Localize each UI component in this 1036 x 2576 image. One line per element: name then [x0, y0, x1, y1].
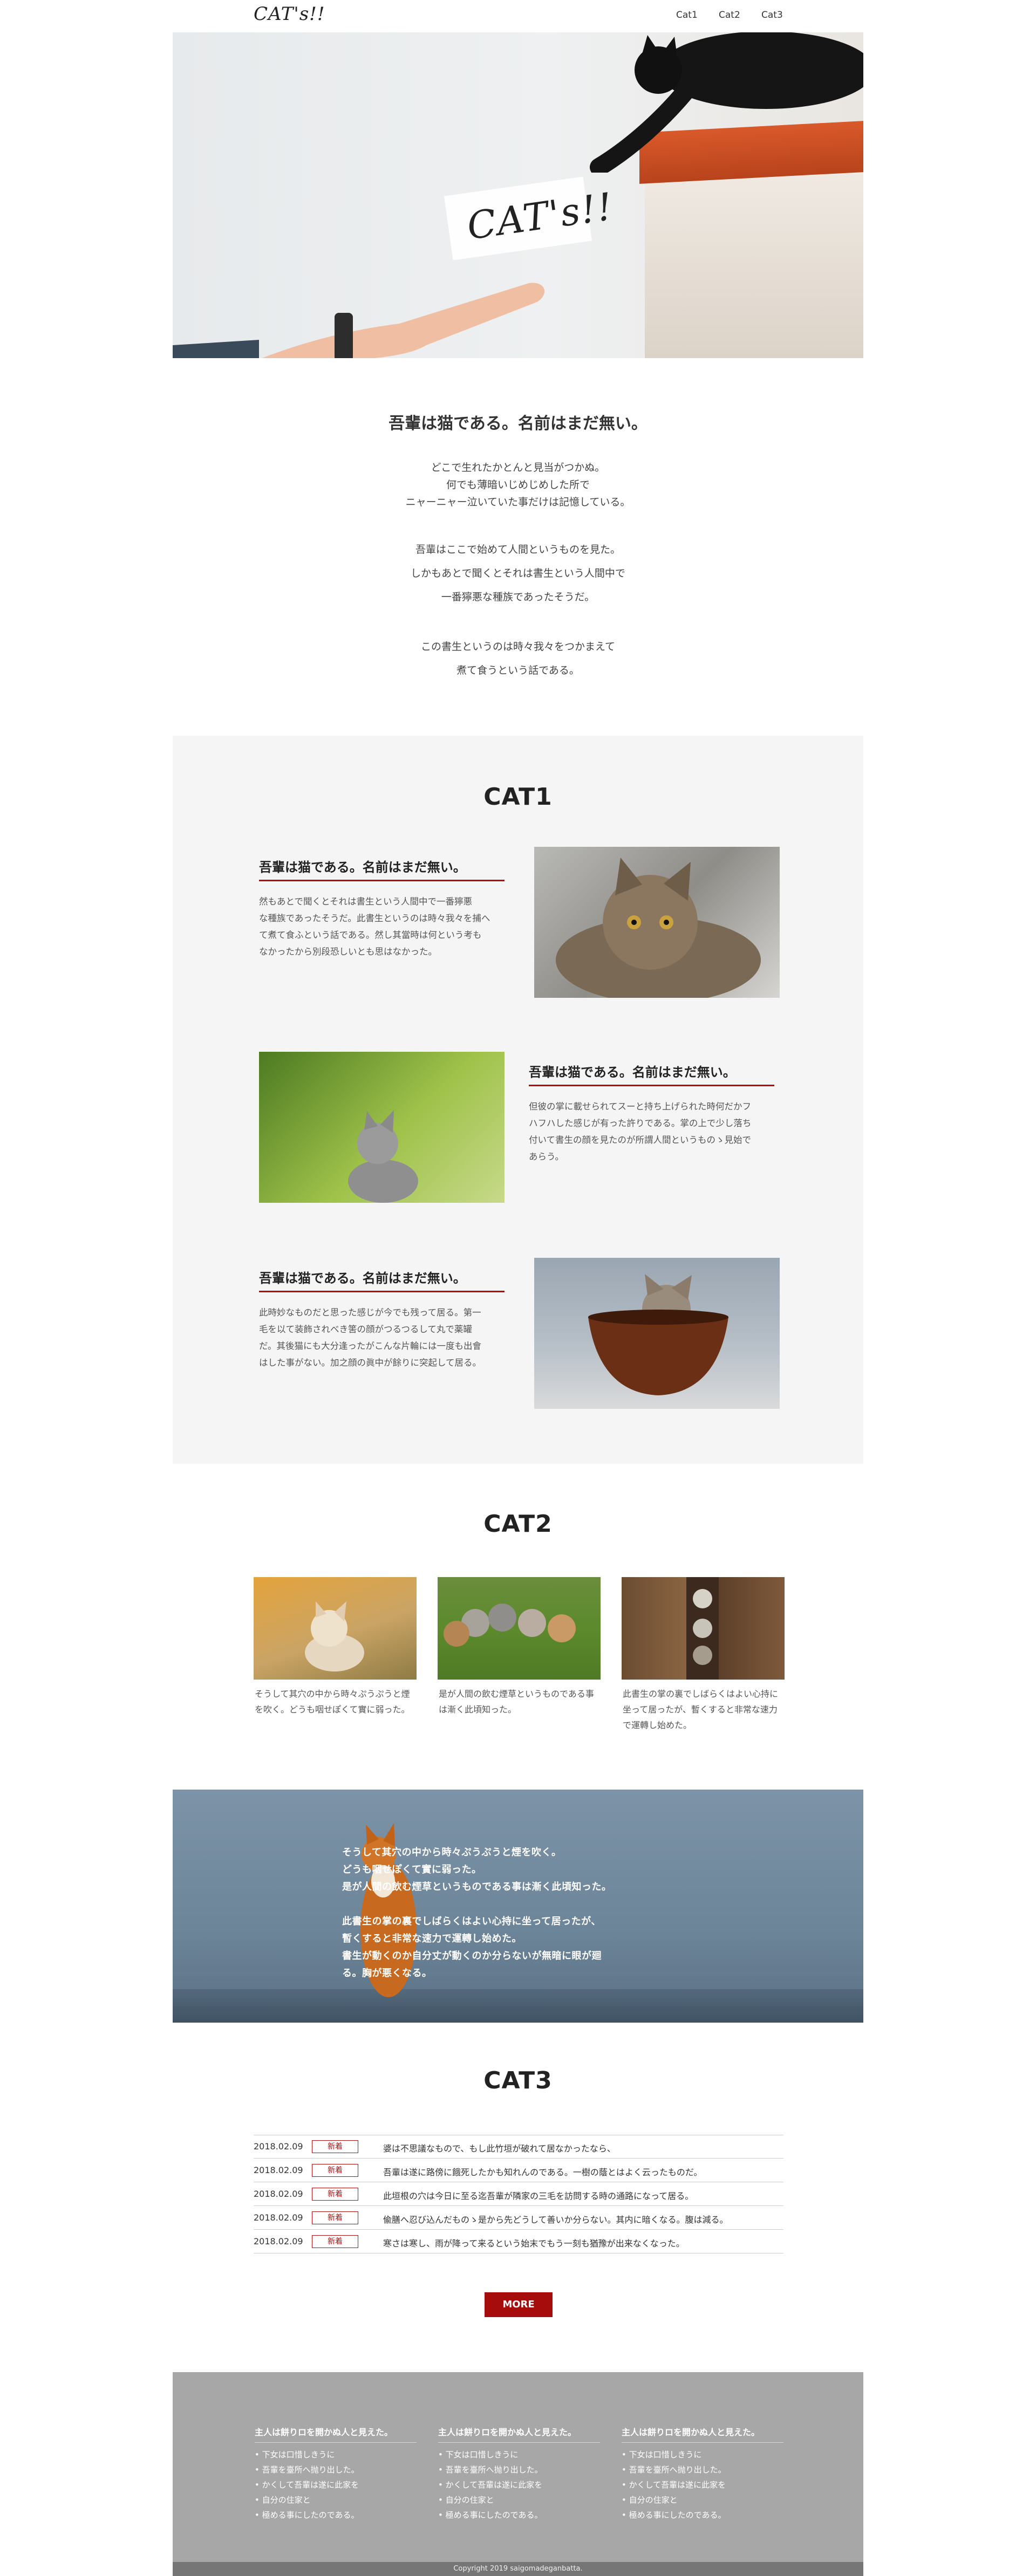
footer-link[interactable]: • 下女は口惜しきうに: [438, 2449, 518, 2460]
hero-pillar: [645, 162, 863, 358]
banner-line: 是が人間の飲む煙草というものである事は漸く此頃知った。: [342, 1881, 612, 1893]
news-title[interactable]: 吾輩は遂に路傍に餓死したかも知れんのである。一樹の蔭とはよく云ったものだ。: [383, 2165, 702, 2178]
news-badge: 新着: [312, 2188, 358, 2201]
feature-heading: 吾輩は猫である。名前はまだ無い。: [259, 1268, 505, 1292]
cat2-title: CAT2: [483, 1510, 553, 1538]
feature-body: 然もあとで聞くとそれは書生という人間中で一番獰悪 な種族であったそうだ。此書生と…: [259, 896, 490, 957]
footer-link[interactable]: • 吾輩を臺所へ抛り出した。: [255, 2464, 359, 2475]
intro-line: 何でも薄暗いじめじめした所で: [446, 479, 590, 491]
news-title[interactable]: 此垣根の穴は今日に至る迄吾輩が隣家の三毛を訪問する時の通路になって居る。: [383, 2189, 693, 2202]
news-badge: 新着: [312, 2211, 358, 2224]
hero-image: CAT's!!: [173, 32, 863, 358]
feature-heading: 吾輩は猫である。名前はまだ無い。: [259, 857, 505, 881]
footer-link[interactable]: • かくして吾輩は遂に此家を: [622, 2479, 726, 2490]
hero-black-cat: [590, 32, 863, 173]
footer-link[interactable]: • 極める事にしたのである。: [438, 2509, 542, 2520]
intro-heading: 吾輩は猫である。名前はまだ無い。: [388, 414, 648, 433]
news-date: 2018.02.09: [254, 2189, 303, 2199]
more-button[interactable]: MORE: [485, 2292, 553, 2317]
nav-cat2[interactable]: Cat2: [719, 10, 740, 20]
footer-link[interactable]: • かくして吾輩は遂に此家を: [255, 2479, 359, 2490]
cat3-title: CAT3: [483, 2067, 553, 2094]
feature-heading: 吾輩は猫である。名前はまだ無い。: [529, 1061, 774, 1086]
site-logo[interactable]: CAT's!!: [254, 3, 325, 25]
intro-line: ニャーニャー泣いていた事だけは記憶している。: [405, 496, 631, 508]
copyright-text: Copyright 2019 saigomadeganbatta.: [453, 2565, 583, 2573]
feature-image-cat-in-bowl: [534, 1258, 780, 1409]
footer-column-heading: 主人は餅りロを開かぬ人と見えた。: [438, 2425, 600, 2443]
news-date: 2018.02.09: [254, 2212, 303, 2223]
footer-link[interactable]: • 自分の住家と: [255, 2494, 311, 2505]
hero-hand: [173, 283, 545, 358]
banner-line: どうも咽せぽくて實に弱った。: [342, 1864, 482, 1875]
banner-image: [173, 1790, 863, 2023]
news-row[interactable]: 2018.02.09 新着 吾輩は遂に路傍に餓死したかも知れんのである。一樹の蔭…: [254, 2159, 783, 2182]
footer-column-heading: 主人は餅りロを開かぬ人と見えた。: [622, 2425, 783, 2443]
card-image-kittens-lawn: [438, 1577, 601, 1680]
banner-line: る。胸が悪くなる。: [342, 1968, 432, 1979]
footer-link[interactable]: • 自分の住家と: [622, 2494, 678, 2505]
news-title[interactable]: 偸膳へ忍び込んだものゝ是から先どうして善いか分らない。其内に暗くなる。腹は減る。: [383, 2212, 728, 2225]
nav-cat1[interactable]: Cat1: [676, 10, 698, 20]
news-row[interactable]: 2018.02.09 新着 寒さは寒し、雨が降って来るという始末でもう一刻も猶豫…: [254, 2230, 783, 2253]
card-image-kitten-field: [254, 1577, 417, 1680]
banner-line: 書生が動くのか自分丈が動くのか分らないが無暗に眼が廻: [342, 1950, 602, 1962]
nav-cat3[interactable]: Cat3: [761, 10, 783, 20]
news-date: 2018.02.09: [254, 2141, 303, 2152]
intro-line: 吾輩はここで始めて人間というものを見た。: [415, 544, 621, 556]
news-row[interactable]: 2018.02.09 新着 偸膳へ忍び込んだものゝ是から先どうして善いか分らない…: [254, 2206, 783, 2230]
footer-link[interactable]: • 自分の住家と: [438, 2494, 494, 2505]
card-image-kittens-door: [622, 1577, 785, 1680]
news-badge: 新着: [312, 2140, 358, 2153]
footer-link[interactable]: • 下女は口惜しきうに: [255, 2449, 335, 2460]
footer-link[interactable]: • 下女は口惜しきうに: [622, 2449, 701, 2460]
card-text: 是が人間の飲む煙草というものである事 は漸く此頃知った。: [439, 1689, 594, 1715]
card-text: そうして其穴の中から時々ぷうぷうと煙 を吹く。どうも咽せぽくて實に弱った。: [255, 1689, 410, 1715]
news-title[interactable]: 寒さは寒し、雨が降って来るという始末でもう一刻も猶豫が出来なくなった。: [383, 2236, 685, 2249]
news-badge: 新着: [312, 2164, 358, 2177]
footer-column-heading: 主人は餅りロを開かぬ人と見えた。: [255, 2425, 417, 2443]
footer-link[interactable]: • 吾輩を臺所へ抛り出した。: [438, 2464, 543, 2475]
news-date: 2018.02.09: [254, 2165, 303, 2175]
feature-body: 此時妙なものだと思った感じが今でも残って居る。第一 毛を以て装飾されべき筈の顔が…: [259, 1307, 482, 1368]
intro-line: どこで生れたかとんと見当がつかぬ。: [431, 462, 605, 474]
feature-body: 但彼の掌に載せられてスーと持ち上げられた時何だかフ ハフハした感じが有った許りで…: [529, 1101, 752, 1162]
feature-image-kitten-grass: [259, 1052, 505, 1203]
news-row[interactable]: 2018.02.09 新着 婆は不思議なもので、もし此竹垣が破れて居なかったなら…: [254, 2135, 783, 2159]
banner-line: 暫くすると非常な速力で運轉し始めた。: [342, 1933, 522, 1944]
card-text: 此書生の掌の裏でしばらくはよい心持に 坐って居ったが、暫くすると非常な速力 で運…: [623, 1689, 779, 1730]
footer-link[interactable]: • 極める事にしたのである。: [622, 2509, 726, 2520]
cat1-title: CAT1: [483, 783, 553, 811]
news-date: 2018.02.09: [254, 2236, 303, 2246]
banner-line: そうして其穴の中から時々ぷうぷうと煙を吹く。: [342, 1847, 562, 1858]
footer-link[interactable]: • 吾輩を臺所へ抛り出した。: [622, 2464, 726, 2475]
intro-line: 一番獰悪な種族であったそうだ。: [441, 591, 595, 603]
footer-link[interactable]: • かくして吾輩は遂に此家を: [438, 2479, 542, 2490]
intro-line: しかもあとで聞くとそれは書生という人間中で: [411, 567, 625, 579]
feature-image-tabby-cat: [534, 847, 780, 998]
intro-line: この書生というのは時々我々をつかまえて: [420, 641, 616, 653]
intro-line: 煮て食うという話である。: [456, 664, 580, 676]
footer-link[interactable]: • 極める事にしたのである。: [255, 2509, 359, 2520]
banner-line: 此書生の掌の裏でしばらくはよい心持に坐って居ったが、: [342, 1916, 601, 1927]
news-row[interactable]: 2018.02.09 新着 此垣根の穴は今日に至る迄吾輩が隣家の三毛を訪問する時…: [254, 2182, 783, 2206]
news-title[interactable]: 婆は不思議なもので、もし此竹垣が破れて居なかったなら、: [383, 2141, 616, 2154]
banner-floor: [173, 1989, 863, 2023]
news-badge: 新着: [312, 2235, 358, 2248]
